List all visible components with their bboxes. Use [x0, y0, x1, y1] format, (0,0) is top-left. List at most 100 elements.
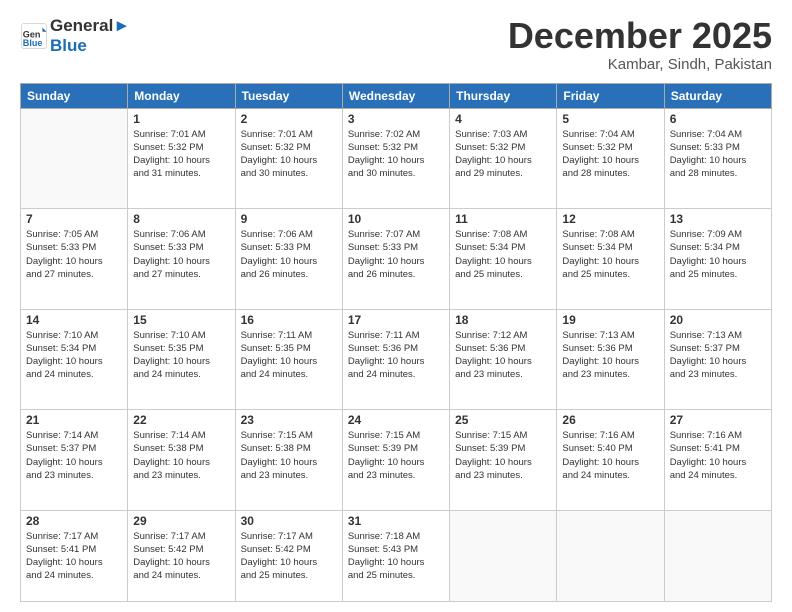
cell-info: Sunrise: 7:01 AM Sunset: 5:32 PM Dayligh…	[241, 128, 337, 181]
calendar-cell: 21Sunrise: 7:14 AM Sunset: 5:37 PM Dayli…	[21, 410, 128, 511]
date-number: 4	[455, 112, 551, 126]
calendar-cell: 20Sunrise: 7:13 AM Sunset: 5:37 PM Dayli…	[664, 309, 771, 410]
cell-info: Sunrise: 7:14 AM Sunset: 5:38 PM Dayligh…	[133, 429, 229, 482]
date-number: 29	[133, 514, 229, 528]
cell-info: Sunrise: 7:07 AM Sunset: 5:33 PM Dayligh…	[348, 228, 444, 281]
date-number: 14	[26, 313, 122, 327]
logo-text: General► Blue	[50, 16, 130, 55]
calendar-cell: 16 Sunrise: 7:11 AM Sunset: 5:35 PM Dayli…	[235, 309, 342, 410]
day-header-tuesday: Tuesday	[235, 83, 342, 108]
calendar-cell: 5 Sunrise: 7:04 AM Sunset: 5:32 PM Daylig…	[557, 108, 664, 209]
cell-info: Sunrise: 7:04 AM Sunset: 5:33 PM Dayligh…	[670, 128, 766, 181]
calendar-cell: 23Sunrise: 7:15 AM Sunset: 5:38 PM Dayli…	[235, 410, 342, 511]
cell-info: Sunrise: 7:06 AM Sunset: 5:33 PM Dayligh…	[133, 228, 229, 281]
date-number: 3	[348, 112, 444, 126]
calendar-cell	[664, 510, 771, 601]
day-header-sunday: Sunday	[21, 83, 128, 108]
date-number: 2	[241, 112, 337, 126]
date-number: 22	[133, 413, 229, 427]
cell-info: Sunrise: 7:13 AM Sunset: 5:36 PM Dayligh…	[562, 329, 658, 382]
cell-info: Sunrise: 7:13 AM Sunset: 5:37 PM Dayligh…	[670, 329, 766, 382]
date-number: 28	[26, 514, 122, 528]
calendar-cell: 26Sunrise: 7:16 AM Sunset: 5:40 PM Dayli…	[557, 410, 664, 511]
cell-info: Sunrise: 7:04 AM Sunset: 5:32 PM Dayligh…	[562, 128, 658, 181]
cell-info: Sunrise: 7:05 AM Sunset: 5:33 PM Dayligh…	[26, 228, 122, 281]
cell-info: Sunrise: 7:14 AM Sunset: 5:37 PM Dayligh…	[26, 429, 122, 482]
calendar-cell	[21, 108, 128, 209]
calendar-cell: 24 Sunrise: 7:15 AM Sunset: 5:39 PM Dayli…	[342, 410, 449, 511]
calendar-cell	[557, 510, 664, 601]
date-number: 15	[133, 313, 229, 327]
calendar-cell: 25Sunrise: 7:15 AM Sunset: 5:39 PM Dayli…	[450, 410, 557, 511]
cell-info: Sunrise: 7:18 AM Sunset: 5:43 PM Dayligh…	[348, 530, 444, 583]
calendar-cell: 8 Sunrise: 7:06 AM Sunset: 5:33 PM Daylig…	[128, 209, 235, 310]
calendar-cell: 4 Sunrise: 7:03 AM Sunset: 5:32 PM Daylig…	[450, 108, 557, 209]
date-number: 23	[241, 413, 337, 427]
date-number: 19	[562, 313, 658, 327]
day-header-friday: Friday	[557, 83, 664, 108]
week-row-4: 21Sunrise: 7:14 AM Sunset: 5:37 PM Dayli…	[21, 410, 772, 511]
calendar-table: SundayMondayTuesdayWednesdayThursdayFrid…	[20, 83, 772, 602]
cell-info: Sunrise: 7:10 AM Sunset: 5:35 PM Dayligh…	[133, 329, 229, 382]
month-title: December 2025	[508, 16, 772, 56]
calendar-cell: 6 Sunrise: 7:04 AM Sunset: 5:33 PM Daylig…	[664, 108, 771, 209]
page: Gen Blue General► Blue December 2025 Kam…	[0, 0, 792, 612]
cell-info: Sunrise: 7:17 AM Sunset: 5:42 PM Dayligh…	[133, 530, 229, 583]
calendar-cell: 7Sunrise: 7:05 AM Sunset: 5:33 PM Daylig…	[21, 209, 128, 310]
date-number: 30	[241, 514, 337, 528]
cell-info: Sunrise: 7:08 AM Sunset: 5:34 PM Dayligh…	[455, 228, 551, 281]
calendar-cell: 10 Sunrise: 7:07 AM Sunset: 5:33 PM Dayli…	[342, 209, 449, 310]
calendar-cell: 9 Sunrise: 7:06 AM Sunset: 5:33 PM Daylig…	[235, 209, 342, 310]
cell-info: Sunrise: 7:03 AM Sunset: 5:32 PM Dayligh…	[455, 128, 551, 181]
date-number: 27	[670, 413, 766, 427]
day-header-saturday: Saturday	[664, 83, 771, 108]
cell-info: Sunrise: 7:10 AM Sunset: 5:34 PM Dayligh…	[26, 329, 122, 382]
cell-info: Sunrise: 7:09 AM Sunset: 5:34 PM Dayligh…	[670, 228, 766, 281]
date-number: 10	[348, 212, 444, 226]
date-number: 16	[241, 313, 337, 327]
cell-info: Sunrise: 7:16 AM Sunset: 5:41 PM Dayligh…	[670, 429, 766, 482]
calendar-cell: 2 Sunrise: 7:01 AM Sunset: 5:32 PM Daylig…	[235, 108, 342, 209]
cell-info: Sunrise: 7:11 AM Sunset: 5:35 PM Dayligh…	[241, 329, 337, 382]
date-number: 26	[562, 413, 658, 427]
week-row-1: 1 Sunrise: 7:01 AM Sunset: 5:32 PM Daylig…	[21, 108, 772, 209]
day-header-monday: Monday	[128, 83, 235, 108]
svg-text:Blue: Blue	[23, 37, 43, 47]
calendar-cell: 29 Sunrise: 7:17 AM Sunset: 5:42 PM Dayli…	[128, 510, 235, 601]
day-header-row: SundayMondayTuesdayWednesdayThursdayFrid…	[21, 83, 772, 108]
calendar-cell: 12 Sunrise: 7:08 AM Sunset: 5:34 PM Dayli…	[557, 209, 664, 310]
logo-icon: Gen Blue	[20, 22, 48, 50]
week-row-5: 28Sunrise: 7:17 AM Sunset: 5:41 PM Dayli…	[21, 510, 772, 601]
cell-info: Sunrise: 7:06 AM Sunset: 5:33 PM Dayligh…	[241, 228, 337, 281]
date-number: 25	[455, 413, 551, 427]
cell-info: Sunrise: 7:15 AM Sunset: 5:39 PM Dayligh…	[348, 429, 444, 482]
date-number: 6	[670, 112, 766, 126]
cell-info: Sunrise: 7:17 AM Sunset: 5:42 PM Dayligh…	[241, 530, 337, 583]
day-header-wednesday: Wednesday	[342, 83, 449, 108]
logo: Gen Blue General► Blue	[20, 16, 130, 55]
date-number: 11	[455, 212, 551, 226]
date-number: 9	[241, 212, 337, 226]
cell-info: Sunrise: 7:01 AM Sunset: 5:32 PM Dayligh…	[133, 128, 229, 181]
calendar-cell: 22 Sunrise: 7:14 AM Sunset: 5:38 PM Dayli…	[128, 410, 235, 511]
date-number: 31	[348, 514, 444, 528]
week-row-3: 14 Sunrise: 7:10 AM Sunset: 5:34 PM Dayli…	[21, 309, 772, 410]
calendar-cell: 13Sunrise: 7:09 AM Sunset: 5:34 PM Dayli…	[664, 209, 771, 310]
cell-info: Sunrise: 7:08 AM Sunset: 5:34 PM Dayligh…	[562, 228, 658, 281]
day-header-thursday: Thursday	[450, 83, 557, 108]
cell-info: Sunrise: 7:12 AM Sunset: 5:36 PM Dayligh…	[455, 329, 551, 382]
date-number: 18	[455, 313, 551, 327]
title-block: December 2025 Kambar, Sindh, Pakistan	[508, 16, 772, 73]
calendar-cell: 27 Sunrise: 7:16 AM Sunset: 5:41 PM Dayli…	[664, 410, 771, 511]
date-number: 1	[133, 112, 229, 126]
calendar-cell: 30 Sunrise: 7:17 AM Sunset: 5:42 PM Dayli…	[235, 510, 342, 601]
date-number: 24	[348, 413, 444, 427]
header: Gen Blue General► Blue December 2025 Kam…	[20, 16, 772, 73]
date-number: 5	[562, 112, 658, 126]
calendar-cell: 3Sunrise: 7:02 AM Sunset: 5:32 PM Daylig…	[342, 108, 449, 209]
date-number: 17	[348, 313, 444, 327]
calendar-cell: 19 Sunrise: 7:13 AM Sunset: 5:36 PM Dayli…	[557, 309, 664, 410]
date-number: 12	[562, 212, 658, 226]
date-number: 8	[133, 212, 229, 226]
location-subtitle: Kambar, Sindh, Pakistan	[508, 56, 772, 73]
